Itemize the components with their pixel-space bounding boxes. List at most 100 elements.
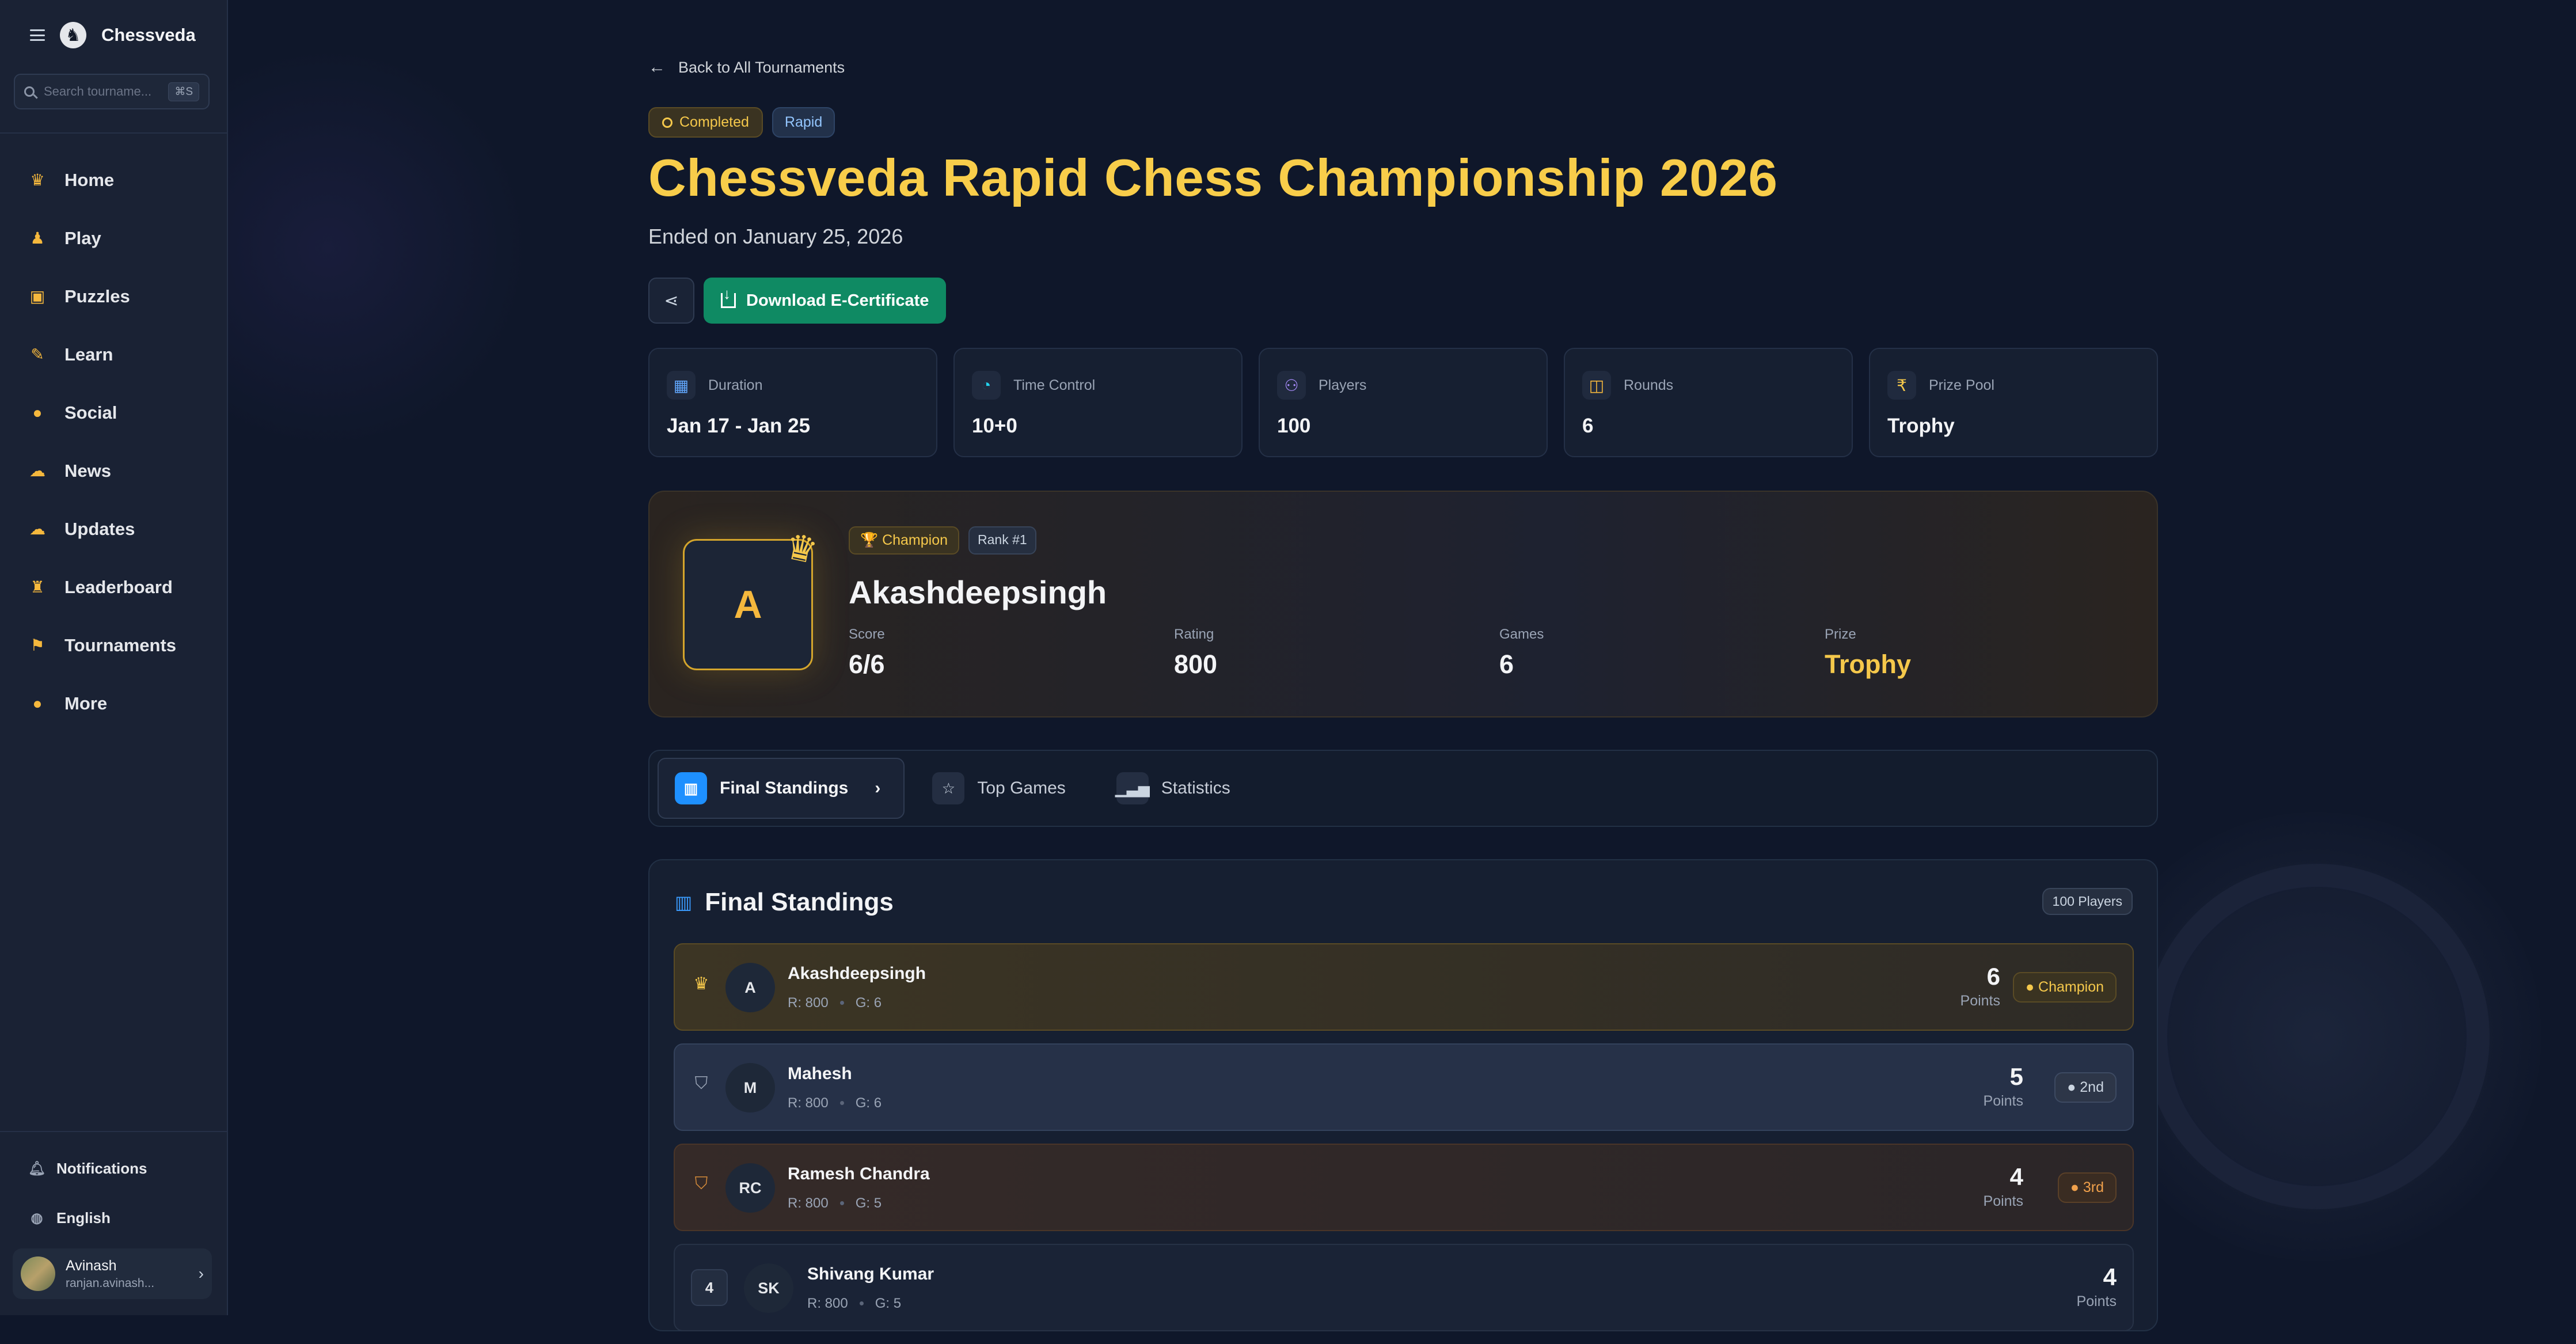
download-certificate-button[interactable]: Download E-Certificate bbox=[704, 278, 947, 324]
tab-label: Final Standings bbox=[720, 779, 849, 798]
standings-header: ▥ Final Standings bbox=[675, 888, 894, 917]
player-name: Mahesh bbox=[788, 1064, 852, 1083]
sidebar-item-tournaments[interactable]: ⚑ Tournaments bbox=[0, 616, 227, 674]
medal-icon: ⛉ bbox=[694, 1074, 708, 1093]
sidebar-item-label: Tournaments bbox=[64, 635, 177, 655]
tab-final-standings[interactable]: ▥ Final Standings › bbox=[658, 758, 905, 819]
sidebar-item-learn[interactable]: ✎ Learn bbox=[0, 325, 227, 384]
user-name: Avinash bbox=[66, 1257, 117, 1274]
format-badge: Rapid bbox=[772, 107, 835, 138]
download-label: Download E-Certificate bbox=[746, 291, 929, 310]
prize-value: Trophy bbox=[1825, 650, 1912, 679]
score-label: Score bbox=[849, 627, 885, 642]
sidebar-item-puzzles[interactable]: ▣ Puzzles bbox=[0, 267, 227, 325]
standings-row[interactable]: 4 SK Shivang Kumar R: 800 G: 5 4 Points bbox=[674, 1244, 2134, 1331]
sidebar-item-news[interactable]: ☁ News bbox=[0, 442, 227, 500]
sidebar-item-label: Play bbox=[64, 227, 101, 248]
sidebar-item-home[interactable]: ♛ Home bbox=[0, 151, 227, 209]
points-value: 4 bbox=[2009, 1163, 2023, 1190]
menu-icon[interactable] bbox=[30, 29, 45, 41]
sidebar-item-more[interactable]: ● More bbox=[0, 674, 227, 732]
place-label: Champion bbox=[2038, 979, 2104, 995]
users-icon: ⚇ bbox=[1277, 371, 1306, 400]
rating-label: Rating bbox=[1174, 627, 1214, 642]
status-label: Completed bbox=[679, 114, 749, 130]
globe-icon: ◍ bbox=[31, 1210, 43, 1226]
stopwatch-icon: ◔ bbox=[972, 371, 1001, 400]
page-subtitle: Ended on January 25, 2026 bbox=[648, 225, 903, 248]
language-label: English bbox=[56, 1209, 111, 1227]
prize-label: Prize bbox=[1825, 627, 1856, 642]
standings-row[interactable]: ⛉ M Mahesh R: 800 G: 6 5 Points ● 2nd bbox=[674, 1043, 2134, 1131]
bar-chart-icon: ▥ bbox=[675, 892, 693, 913]
standings-row[interactable]: ⛉ RC Ramesh Chandra R: 800 G: 5 4 Points … bbox=[674, 1144, 2134, 1231]
tab-statistics[interactable]: ▁▃▅ Statistics bbox=[1100, 759, 1253, 818]
calendar-icon: ▦ bbox=[667, 371, 696, 400]
place-label: 3rd bbox=[2083, 1179, 2104, 1195]
games-label: Games bbox=[1499, 627, 1544, 642]
player-meta: R: 800 G: 5 bbox=[788, 1195, 882, 1212]
player-meta: R: 800 G: 5 bbox=[807, 1296, 901, 1312]
tab-top-games[interactable]: ☆ Top Games bbox=[916, 759, 1088, 818]
place-badge: ● Champion bbox=[2013, 972, 2117, 1003]
sidebar-item-label: Updates bbox=[64, 518, 135, 539]
points-label: Points bbox=[1983, 1193, 2023, 1209]
avatar: A bbox=[725, 963, 775, 1012]
rating-value: 800 bbox=[1174, 650, 1218, 679]
language-selector[interactable]: ◍ English bbox=[30, 1209, 111, 1227]
sidebar-item-leaderboard[interactable]: ♜ Leaderboard bbox=[0, 558, 227, 616]
player-points: 4 Points bbox=[2077, 1263, 2117, 1310]
tournament-icon: ⚑ bbox=[30, 636, 45, 654]
medal-icon: ⛉ bbox=[694, 1174, 708, 1193]
sidebar-item-play[interactable]: ♟ Play bbox=[0, 209, 227, 267]
player-name: Ramesh Chandra bbox=[788, 1164, 930, 1183]
sidebar-item-updates[interactable]: ☁ Updates bbox=[0, 500, 227, 558]
champion-games: Games 6 bbox=[1499, 627, 1825, 679]
player-rating: R: 800 bbox=[788, 1195, 829, 1211]
champion-stats: Score 6/6 Rating 800 Games 6 Prize Troph… bbox=[849, 627, 2150, 679]
share-button[interactable]: ⋖ bbox=[648, 278, 694, 324]
games-value: 6 bbox=[1499, 650, 1514, 679]
player-points: 5 Points bbox=[1984, 1063, 2023, 1110]
tab-label: Statistics bbox=[1161, 779, 1230, 798]
champion-prize: Prize Trophy bbox=[1825, 627, 2150, 679]
user-profile-card[interactable]: Avinash ranjan.avinash... › bbox=[13, 1248, 212, 1299]
champion-score: Score 6/6 bbox=[849, 627, 1174, 679]
rank-number: 4 bbox=[691, 1269, 728, 1306]
sidebar-item-label: News bbox=[64, 460, 111, 481]
player-games: G: 5 bbox=[875, 1296, 902, 1311]
tournament-badges: Completed Rapid bbox=[648, 107, 835, 138]
sidebar-item-social[interactable]: ● Social bbox=[0, 384, 227, 442]
search-box[interactable]: ⌘S bbox=[14, 74, 210, 109]
champion-card: A ♛ 🏆 Champion Rank #1 Akashdeepsingh Sc… bbox=[648, 491, 2158, 717]
status-badge: Completed bbox=[648, 107, 763, 138]
news-icon: ☁ bbox=[29, 462, 45, 480]
stat-value: 6 bbox=[1582, 415, 1594, 437]
standings-row[interactable]: ♛ A Akashdeepsingh R: 800 G: 6 6 Points ●… bbox=[674, 943, 2134, 1031]
sidebar-divider bbox=[0, 1131, 227, 1132]
search-icon bbox=[24, 86, 35, 97]
sidebar-item-label: Leaderboard bbox=[64, 576, 173, 597]
learn-icon: ✎ bbox=[31, 346, 44, 363]
stat-card-rounds: ◫ Rounds 6 bbox=[1564, 348, 1853, 457]
crown-icon: ♛ bbox=[30, 171, 45, 189]
stat-value: 100 bbox=[1277, 415, 1311, 437]
sidebar-divider bbox=[0, 132, 227, 134]
search-input[interactable] bbox=[43, 83, 161, 100]
background-gear-ring bbox=[2144, 864, 2490, 1209]
stat-label: Duration bbox=[708, 377, 763, 393]
rupee-icon: ₹ bbox=[1887, 371, 1916, 400]
notifications-link[interactable]: 🔔︎ Notifications bbox=[28, 1160, 147, 1178]
avatar: M bbox=[725, 1063, 775, 1113]
action-bar: ⋖ Download E-Certificate bbox=[648, 278, 947, 324]
player-name: Akashdeepsingh bbox=[788, 964, 926, 983]
statistics-icon: ▁▃▅ bbox=[1115, 772, 1150, 804]
user-email: ranjan.avinash... bbox=[66, 1276, 155, 1290]
stat-card-time-control: ◔ Time Control 10+0 bbox=[953, 348, 1243, 457]
crown-icon: ♛ bbox=[781, 526, 821, 572]
chevron-right-icon: › bbox=[198, 1265, 204, 1282]
user-info: Avinash ranjan.avinash... bbox=[66, 1258, 188, 1290]
score-value: 6/6 bbox=[849, 650, 885, 679]
back-link[interactable]: ← Back to All Tournaments bbox=[648, 58, 845, 77]
points-label: Points bbox=[2076, 1293, 2117, 1309]
